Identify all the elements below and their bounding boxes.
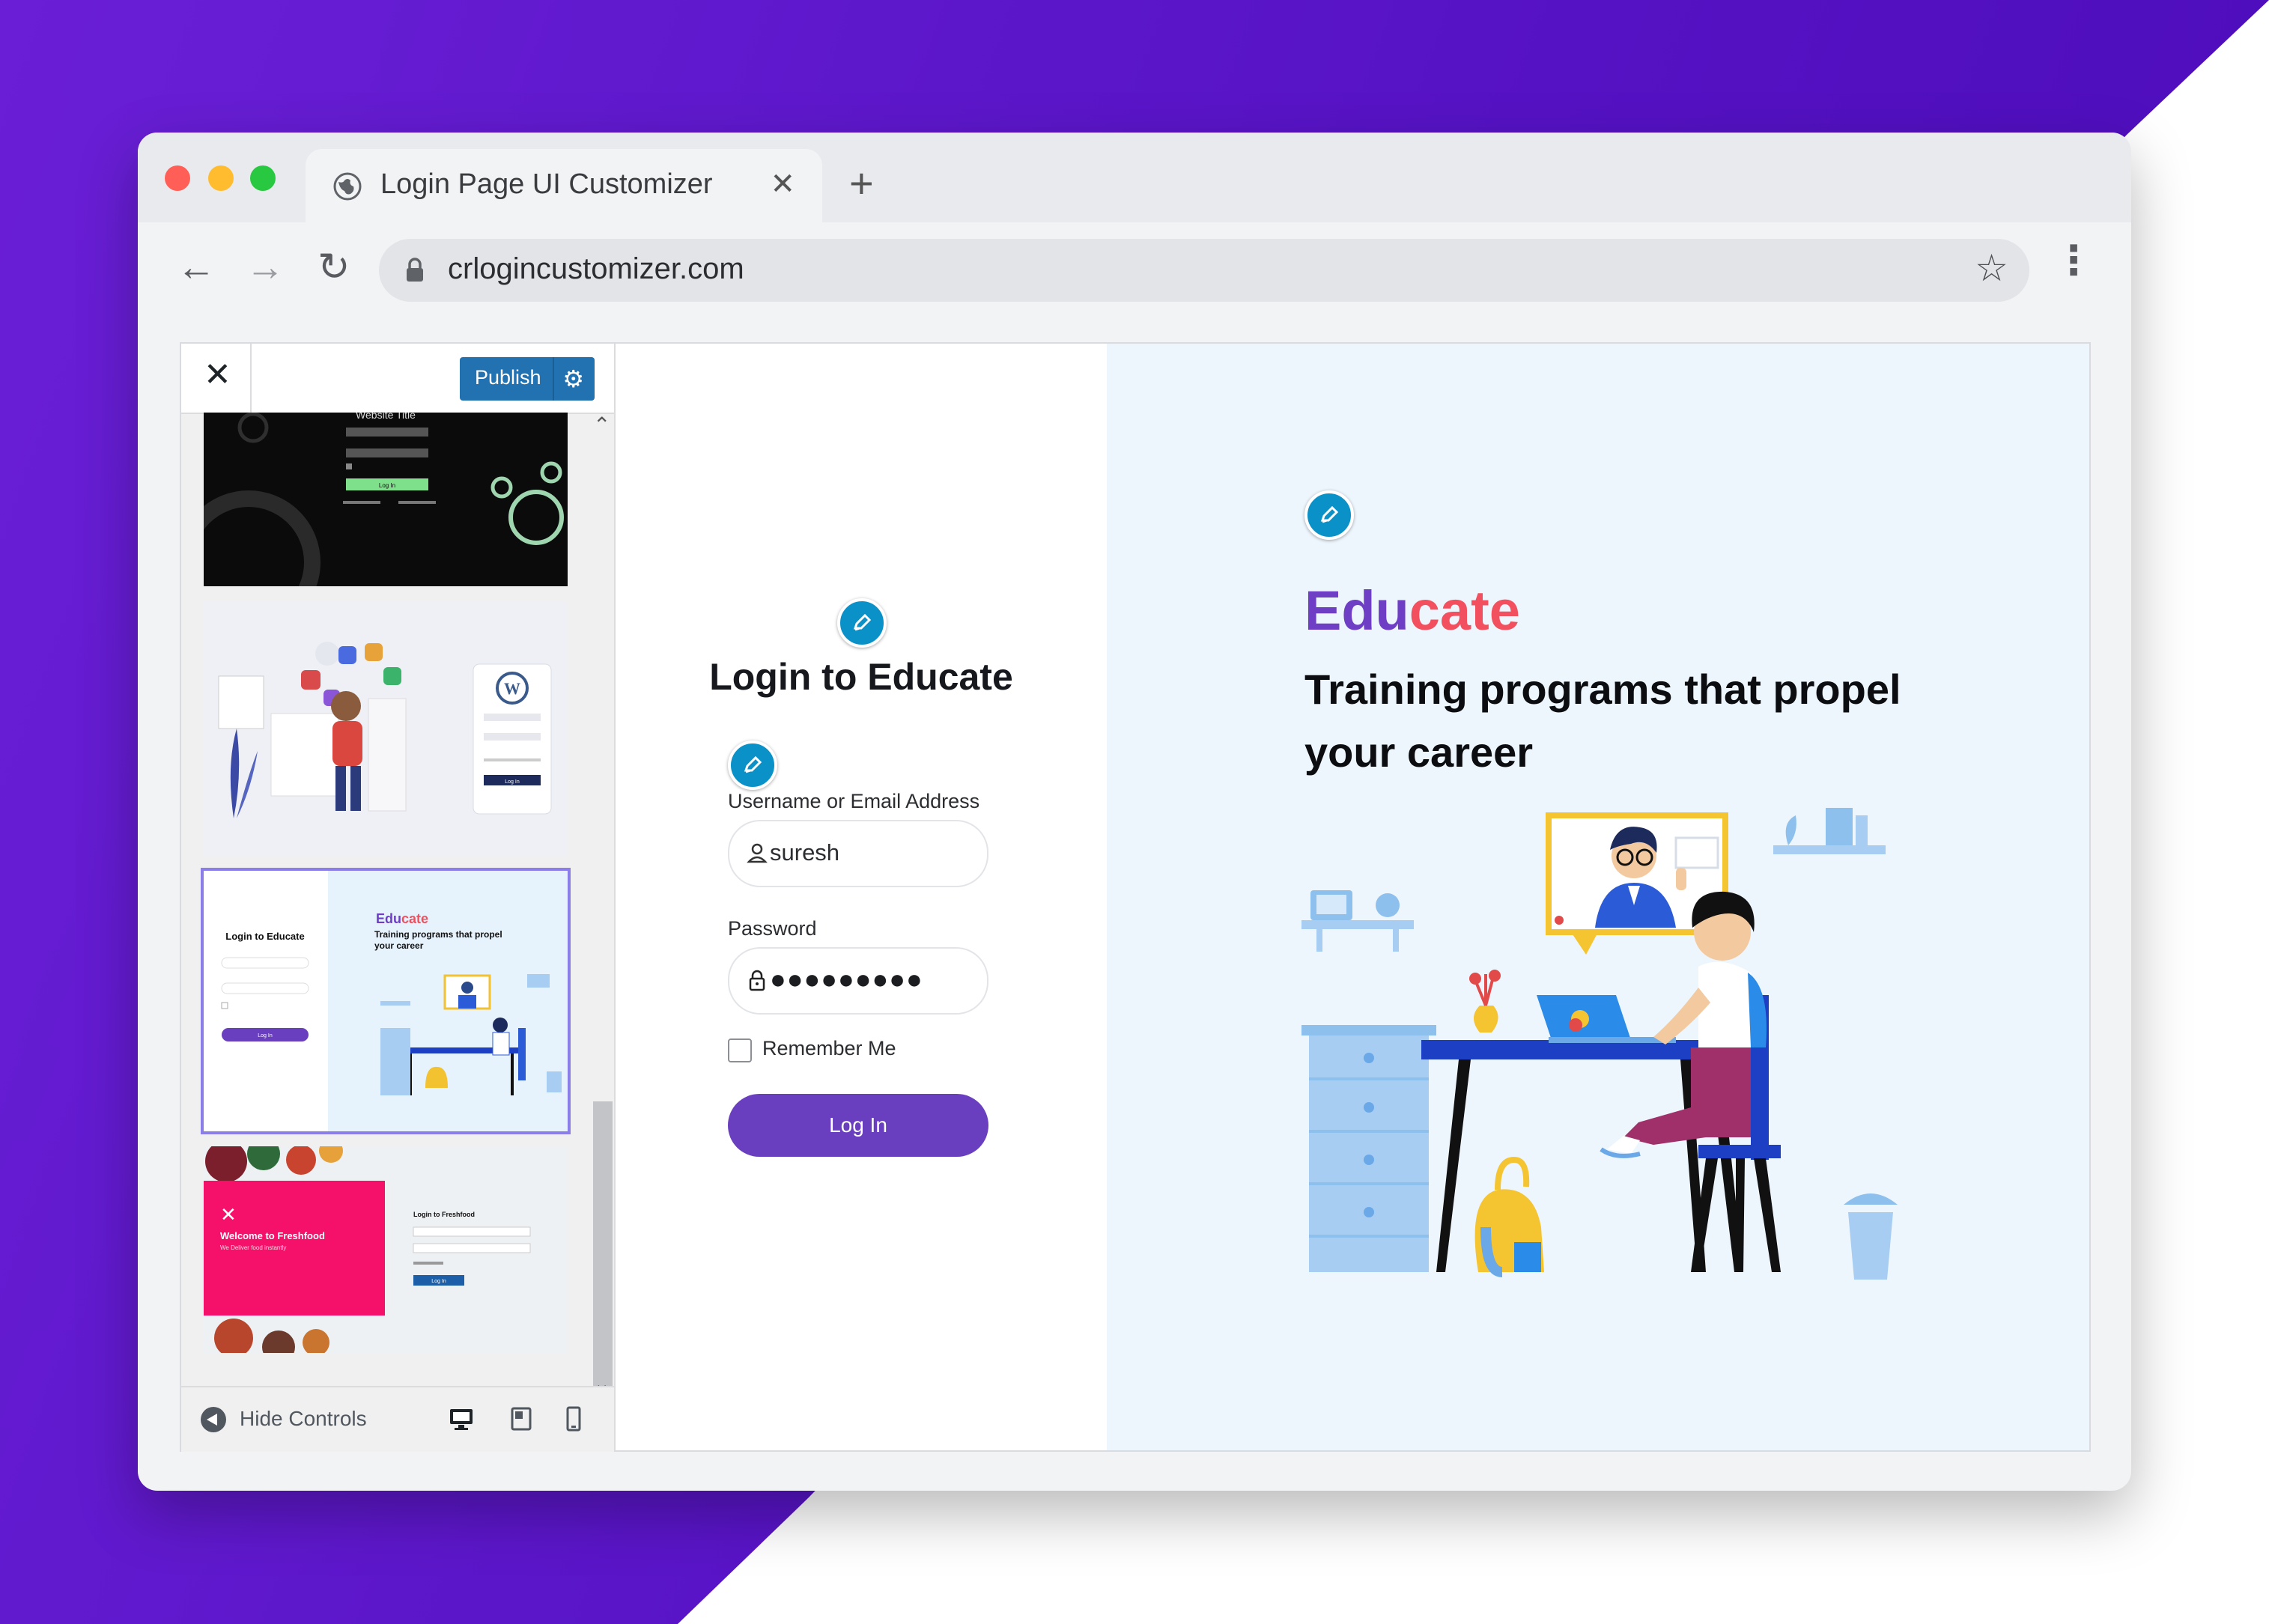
minimize-window-button[interactable] xyxy=(208,165,234,191)
browser-window: Login Page UI Customizer ✕ + ← → ↻ crlog… xyxy=(138,133,2131,1491)
dark-template-preview: Website Title Log In xyxy=(204,413,564,586)
password-value: ●●●●●●●●● xyxy=(770,964,923,994)
reload-icon[interactable]: ↻ xyxy=(318,248,350,287)
brand-title: Educate xyxy=(1304,579,1520,642)
password-label: Password xyxy=(728,917,817,940)
educate-template-preview: Login to Educate Log In Educate Training… xyxy=(204,871,568,1131)
close-icon[interactable]: ✕ xyxy=(204,359,231,392)
educate-template-brand: Educate xyxy=(376,911,428,926)
hero-panel: Educate Training programs that propel yo… xyxy=(1107,344,2089,1450)
mobile-preview-icon[interactable] xyxy=(560,1405,587,1432)
address-bar[interactable]: crlogincustomizer.com ☆ xyxy=(379,239,2029,302)
title-bar: Login Page UI Customizer ✕ + xyxy=(138,133,2131,222)
freshfood-template-heading: Welcome to Freshfood xyxy=(220,1230,325,1241)
brand-title-part-b: cate xyxy=(1409,580,1520,642)
lock-icon xyxy=(407,258,423,282)
tab-close-icon[interactable]: ✕ xyxy=(770,167,795,201)
url-text: crlogincustomizer.com xyxy=(448,252,744,285)
educate-template-login-title: Login to Educate xyxy=(225,931,304,942)
username-input[interactable]: suresh xyxy=(728,820,988,887)
template-thumbnail-dark[interactable]: Website Title Log In xyxy=(204,413,568,586)
dark-template-title: Website Title xyxy=(356,413,416,421)
template-thumbnail-freshfood[interactable]: ✕ Welcome to Freshfood We Deliver food i… xyxy=(204,1146,568,1353)
new-tab-button[interactable]: + xyxy=(849,162,874,204)
login-panel: Login to Educate Username or Email Addre… xyxy=(616,344,1107,1450)
username-label: Username or Email Address xyxy=(728,790,980,812)
educate-template-brand-a: Edu xyxy=(376,911,401,926)
sidebar-scrollbar[interactable]: ⌃ ⌄ xyxy=(589,413,614,1438)
browser-menu-icon[interactable]: ⋮ xyxy=(2053,240,2094,281)
educate-template-button: Log In xyxy=(258,1033,273,1038)
hero-tagline: Training programs that propel your caree… xyxy=(1304,666,1901,776)
hide-controls-button[interactable]: Hide Controls xyxy=(240,1407,367,1431)
svg-text:W: W xyxy=(504,679,520,698)
freshfood-template-preview: ✕ Welcome to Freshfood We Deliver food i… xyxy=(204,1146,568,1353)
username-value: suresh xyxy=(770,839,840,866)
edit-title-pencil-icon[interactable] xyxy=(837,598,887,648)
login-title: Login to Educate xyxy=(709,656,1013,698)
edit-hero-pencil-icon[interactable] xyxy=(1304,490,1354,540)
scroll-up-icon[interactable]: ⌃ xyxy=(593,413,610,437)
edit-form-pencil-icon[interactable] xyxy=(728,740,777,790)
educate-template-tagline: Training programs that propel your caree… xyxy=(374,929,502,951)
customizer-header: ✕ Publish ⚙ xyxy=(181,344,614,414)
page-viewport: ✕ Publish ⚙ Website Title Log In W Log I… xyxy=(180,342,2091,1452)
close-window-button[interactable] xyxy=(165,165,190,191)
freshfood-template-login-title: Login to Freshfood xyxy=(413,1211,475,1218)
educate-template-brand-b: cate xyxy=(401,911,428,926)
log-in-button[interactable]: Log In xyxy=(728,1094,988,1157)
customizer-footer: Hide Controls xyxy=(181,1386,614,1452)
gear-icon[interactable]: ⚙ xyxy=(562,365,584,393)
publish-button[interactable]: Publish ⚙ xyxy=(460,357,595,401)
publish-separator xyxy=(553,357,554,401)
tablet-preview-icon[interactable] xyxy=(508,1405,535,1432)
dark-template-button: Log In xyxy=(379,482,395,489)
tab-title: Login Page UI Customizer xyxy=(380,168,713,200)
svg-text:✕: ✕ xyxy=(220,1204,237,1226)
collapse-icon[interactable] xyxy=(201,1407,226,1432)
brand-title-part-a: Edu xyxy=(1304,580,1409,642)
header-divider xyxy=(250,344,252,413)
illustration-template-button: Log In xyxy=(505,779,520,785)
lock-icon xyxy=(749,970,765,991)
maximize-window-button[interactable] xyxy=(250,165,276,191)
remember-me-label[interactable]: Remember Me xyxy=(762,1037,896,1060)
freshfood-template-button: Log In xyxy=(431,1279,446,1284)
back-icon[interactable]: ← xyxy=(177,248,216,287)
freshfood-template-subheading: We Deliver food instantly xyxy=(220,1244,286,1251)
illustration-template-preview: W Log In xyxy=(204,601,568,856)
template-thumbnail-illustration[interactable]: W Log In xyxy=(204,601,568,856)
browser-toolbar: ← → ↻ crlogincustomizer.com ☆ ⋮ xyxy=(138,222,2131,327)
globe-icon xyxy=(333,172,362,201)
customizer-sidebar: ✕ Publish ⚙ Website Title Log In W Log I… xyxy=(181,344,616,1452)
forward-icon[interactable]: → xyxy=(246,248,285,287)
user-icon xyxy=(747,843,768,863)
password-input[interactable]: ●●●●●●●●● xyxy=(728,947,988,1015)
browser-tab[interactable]: Login Page UI Customizer ✕ xyxy=(306,149,822,222)
remember-me-checkbox[interactable] xyxy=(728,1038,752,1062)
template-thumbnail-educate[interactable]: Login to Educate Log In Educate Training… xyxy=(201,868,571,1134)
bookmark-star-icon[interactable]: ☆ xyxy=(1975,249,2008,287)
student-desk-illustration xyxy=(1301,808,1898,1280)
publish-label: Publish xyxy=(475,366,541,389)
desktop-preview-icon[interactable] xyxy=(448,1405,475,1432)
